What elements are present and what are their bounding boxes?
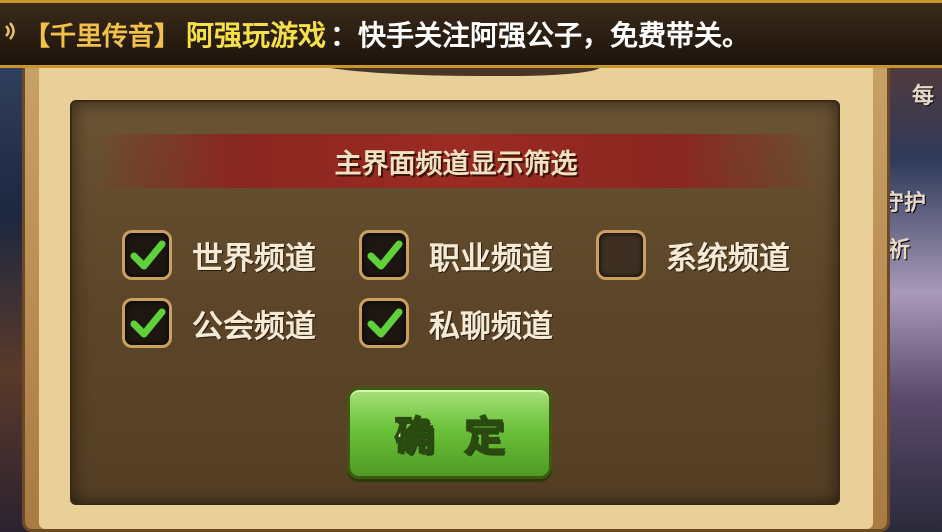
broadcast-sender[interactable]: 阿强玩游戏 xyxy=(186,14,326,54)
broadcast-message: ：快手关注阿强公子，免费带关。 xyxy=(330,19,751,52)
panel-title-banner: 主界面频道显示筛选 xyxy=(92,134,820,188)
system-channel-checkbox[interactable] xyxy=(596,230,646,280)
class-channel-checkbox[interactable] xyxy=(359,230,409,280)
system-channel-label: 系统频道 xyxy=(666,240,790,277)
checkmark-icon xyxy=(130,308,166,338)
option-world-channel[interactable]: 世界频道 xyxy=(122,230,316,280)
speaker-icon xyxy=(2,20,22,48)
guild-channel-label: 公会频道 xyxy=(192,308,316,345)
private-channel-label: 私聊频道 xyxy=(429,308,553,345)
option-class-channel[interactable]: 职业频道 xyxy=(359,230,553,280)
private-channel-checkbox[interactable] xyxy=(359,298,409,348)
option-system-channel[interactable]: 系统频道 xyxy=(596,230,790,280)
world-channel-label: 世界频道 xyxy=(192,240,316,277)
class-channel-label: 职业频道 xyxy=(429,240,553,277)
checkmark-icon xyxy=(130,240,166,270)
checkmark-icon xyxy=(367,308,403,338)
world-channel-checkbox[interactable] xyxy=(122,230,172,280)
confirm-button[interactable]: 确定 xyxy=(347,387,552,479)
checkmark-icon xyxy=(367,240,403,270)
guild-channel-checkbox[interactable] xyxy=(122,298,172,348)
side-text-top: 每 xyxy=(912,84,935,109)
side-text-lower: 祈 xyxy=(888,238,911,263)
channel-filter-panel: 主界面频道显示筛选 世界频道 职业频道 系统频道 公会频道 私聊频道 确定 xyxy=(70,100,840,505)
option-guild-channel[interactable]: 公会频道 xyxy=(122,298,316,348)
broadcast-channel: 【千里传音】 xyxy=(24,21,181,52)
panel-title: 主界面频道显示筛选 xyxy=(334,148,578,180)
confirm-button-label: 确定 xyxy=(394,413,535,461)
option-private-channel[interactable]: 私聊频道 xyxy=(359,298,553,348)
broadcast-marquee: 【千里传音】 阿强玩游戏 ：快手关注阿强公子，免费带关。 xyxy=(0,0,942,68)
